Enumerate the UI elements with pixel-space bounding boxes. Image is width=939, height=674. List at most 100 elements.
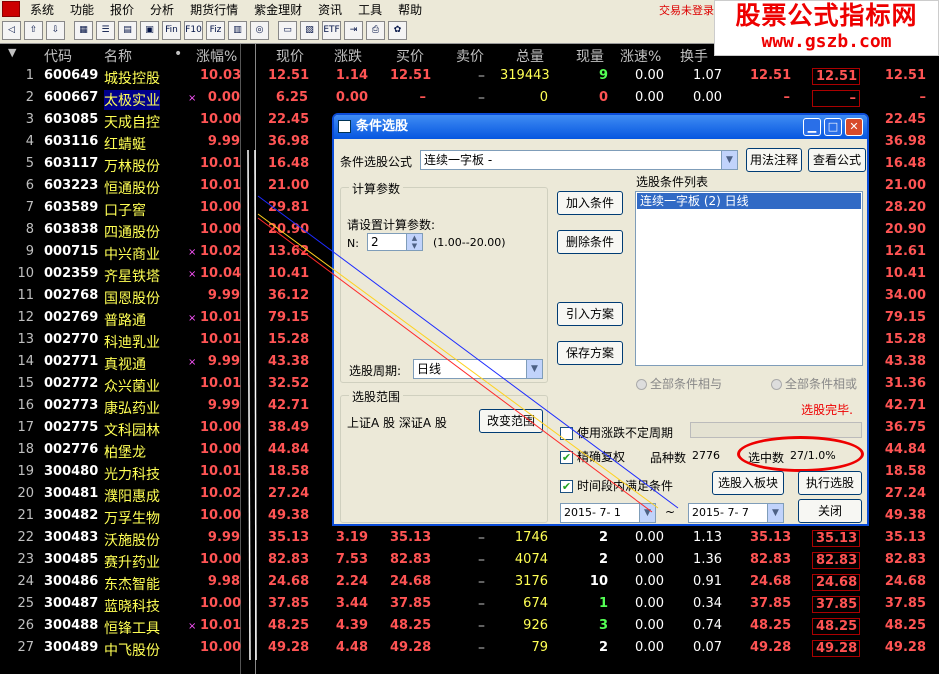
header-price[interactable]: 现价 [276,46,304,66]
panel-icon[interactable]: ▣ [140,21,159,40]
table-row[interactable]: 22 300483 沃施股份 9.99 35.13 3.19 35.13 – 1746 2 0.00… [0,528,939,550]
table-row[interactable]: 25 300487 蓝晓科技 10.00 37.85 3.44 37.85–674 1 0.00… [0,594,939,616]
price: 43.38 [268,354,310,369]
header-vol[interactable]: 总量 [516,46,544,66]
header-turnover[interactable]: 换手 [680,46,708,66]
stock-code: 000715 [44,244,99,259]
import-plan-button[interactable]: 引入方案 [557,302,623,326]
circle-icon[interactable]: ◎ [250,21,269,40]
stock-code: 300482 [44,508,99,523]
fiz-icon[interactable]: Fiz [206,21,225,40]
export-icon[interactable]: ⇥ [344,21,363,40]
execute-button[interactable]: 执行选股 [798,471,862,495]
period-select[interactable]: 日线 ▼ [413,359,543,379]
to-block-button[interactable]: 选股入板块 [712,471,784,495]
chevron-down-icon[interactable]: ▼ [767,504,783,522]
folder-icon[interactable]: ▭ [278,21,297,40]
delete-condition-button[interactable]: 删除条件 [557,230,623,254]
table-row[interactable]: 24 300486 东杰智能 9.98 24.68 2.24 24.68 – 3176 10 0.0… [0,572,939,594]
menu-item-system[interactable]: 系统 [30,1,54,18]
volume: 926 [523,618,548,633]
dialog-titlebar[interactable]: 条件选股 ▁ □ ✕ [334,115,867,139]
close-icon[interactable]: ✕ [845,118,863,136]
change-scope-button[interactable]: 改变范围 [479,409,543,433]
condition-list[interactable]: 连续一字板 (2) 日线 [635,191,863,366]
menu-item-futures[interactable]: 期货行情 [190,1,238,18]
stock-code: 002768 [44,288,99,303]
header-speed[interactable]: 涨速% [620,46,661,66]
usage-notes-button[interactable]: 用法注释 [746,148,802,172]
header-pct[interactable]: 涨幅% [196,46,237,66]
table-row[interactable]: 27 300489 中飞股份 10.00 49.28 4.48 49.28 – 79 2 0.00 0… [0,638,939,660]
header-menu-icon[interactable]: ▼ [8,46,16,59]
print-icon[interactable]: ⎙ [366,21,385,40]
stock-code: 300480 [44,464,99,479]
uncertain-period-checkbox[interactable]: 使用涨跌不定周期 [560,424,673,441]
settings-icon[interactable]: ✿ [388,21,407,40]
price: 49.38 [268,508,310,523]
watermark-url: www.gszb.com [761,31,892,52]
table-row[interactable]: 2 600667 太极实业 × 0.00 6.25 0.00 – – 0 0 0.00 0.00 – – – [0,88,939,110]
etf-icon[interactable]: ETF [322,21,341,40]
bid-price: 12.51 [390,68,432,83]
back-icon[interactable]: ◁ [2,21,21,40]
watermark: 股票公式指标网 www.gszb.com [714,0,939,56]
menu-item-tools[interactable]: 工具 [358,1,382,18]
block-icon[interactable]: ▧ [300,21,319,40]
login-status[interactable]: 交易未登录 [659,2,714,18]
fin-icon[interactable]: Fin [162,21,181,40]
menu-item-finance[interactable]: 紫金理财 [254,1,302,18]
view-formula-button[interactable]: 查看公式 [808,148,866,172]
stock-name: 中兴商业 [104,247,160,263]
stock-code: 300485 [44,552,99,567]
chevron-down-icon[interactable]: ▼ [526,360,542,378]
menu-item-help[interactable]: 帮助 [398,1,422,18]
change-pct: 10.00 [200,112,242,127]
change-pct: 10.00 [200,442,242,457]
save-plan-button[interactable]: 保存方案 [557,341,623,365]
list-icon[interactable]: ☰ [96,21,115,40]
close-button[interactable]: 关闭 [798,499,862,523]
table-row[interactable]: 23 300485 赛升药业 10.00 82.83 7.53 82.83 – 4074 2 0.0… [0,550,939,572]
volume: 79 [531,640,548,655]
menu-item-quote[interactable]: 报价 [110,1,134,18]
f10-icon[interactable]: F10 [184,21,203,40]
chevron-down-icon[interactable]: ▼ [721,151,737,169]
row-index: 12 [17,310,34,325]
up-icon[interactable]: ⇧ [24,21,43,40]
date-to-picker[interactable]: 2015- 7- 7 ▼ [688,503,784,523]
maximize-icon[interactable]: □ [824,118,842,136]
grid-icon[interactable]: ▦ [74,21,93,40]
down-icon[interactable]: ⇩ [46,21,65,40]
chevron-down-icon[interactable]: ▼ [639,504,655,522]
header-buy[interactable]: 买价 [396,46,424,66]
table-icon[interactable]: ▤ [118,21,137,40]
exact-restore-checkbox[interactable]: ✔ 精确复权 [560,448,625,465]
ask-price: – [478,90,485,106]
change-pct: 10.00 [200,420,242,435]
price: 42.71 [268,398,310,413]
price: 38.49 [268,420,310,435]
check-icon: ✔ [560,480,573,493]
minimize-icon[interactable]: ▁ [803,118,821,136]
list-item[interactable]: 连续一字板 (2) 日线 [637,193,861,209]
header-sell[interactable]: 卖价 [456,46,484,66]
param-n-stepper[interactable]: 2 ▲ ▼ [367,233,423,251]
period-condition-checkbox[interactable]: ✔ 时间段内满足条件 [560,477,673,494]
header-name[interactable]: 名称 [104,46,132,66]
date-from-picker[interactable]: 2015- 7- 1 ▼ [560,503,656,523]
header-dot: • [174,46,183,62]
menu-item-analysis[interactable]: 分析 [150,1,174,18]
add-condition-button[interactable]: 加入条件 [557,191,623,215]
table-row[interactable]: 1 600649 城投控股 10.03 12.51 1.14 12.51 –319443 9 0.… [0,66,939,88]
menu-item-news[interactable]: 资讯 [318,1,342,18]
formula-select[interactable]: 连续一字板 - ▼ [420,150,738,170]
stepper-icon[interactable]: ▲ ▼ [406,234,422,250]
header-chg[interactable]: 涨跌 [334,46,362,66]
ask-price: – [478,618,485,634]
menu-item-function[interactable]: 功能 [70,1,94,18]
chart-icon[interactable]: ▥ [228,21,247,40]
header-cur[interactable]: 现量 [576,46,604,66]
table-row[interactable]: 26 300488 恒锋工具 × 10.01 48.25 4.39 48.25 – 926 3 0.0… [0,616,939,638]
header-code[interactable]: 代码 [44,46,72,66]
